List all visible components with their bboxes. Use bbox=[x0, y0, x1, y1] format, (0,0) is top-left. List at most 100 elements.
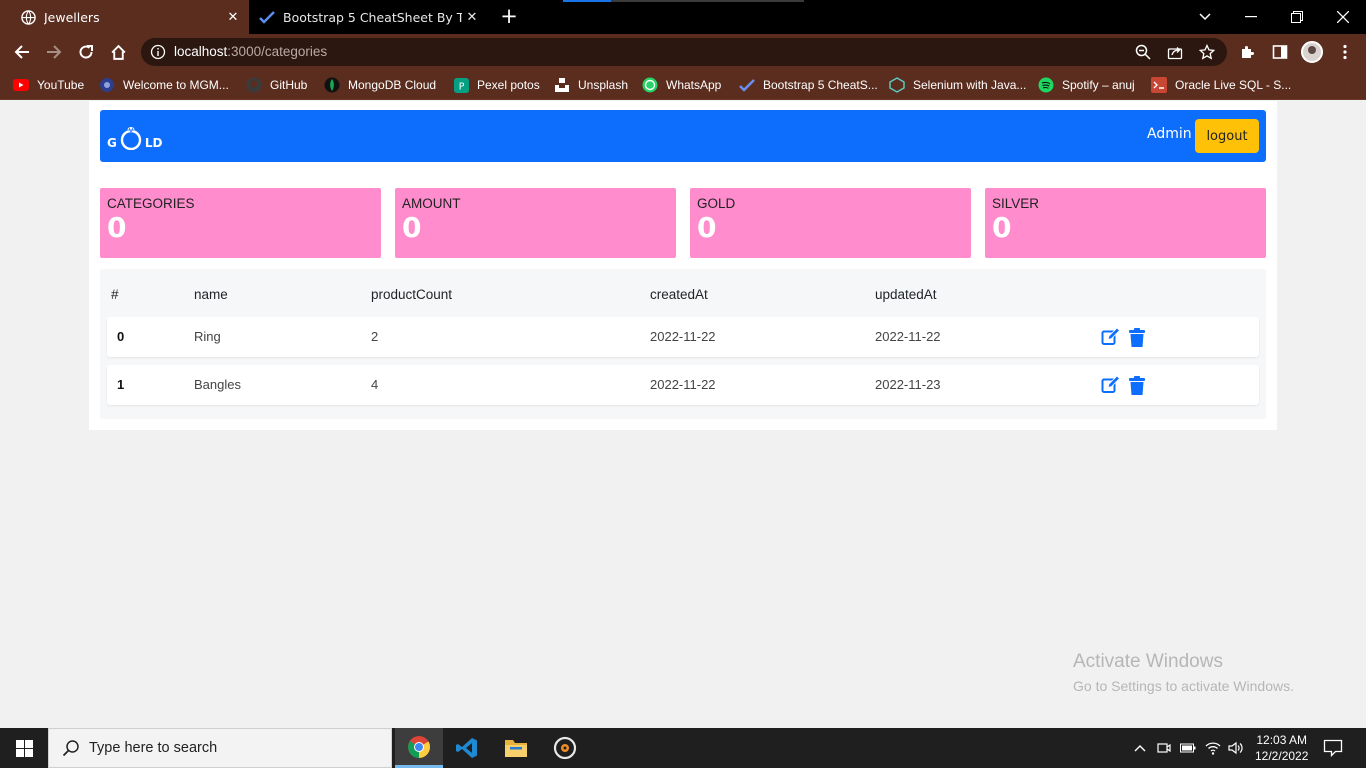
tab-title: Bootstrap 5 CheatSheet By Themes bbox=[283, 9, 462, 25]
zoom-icon[interactable] bbox=[1134, 43, 1152, 61]
bookmark-pexels[interactable]: P Pexel potos bbox=[453, 76, 540, 94]
bookmark-label: Pexel potos bbox=[477, 78, 540, 92]
taskbar-file-explorer[interactable] bbox=[492, 728, 540, 768]
categories-table: # name productCount createdAt updatedAt … bbox=[100, 269, 1266, 419]
bookmark-whatsapp[interactable]: WhatsApp bbox=[642, 76, 721, 94]
row-product-count: 2 bbox=[371, 329, 379, 344]
close-tab-icon[interactable]: ✕ bbox=[462, 7, 482, 27]
home-icon bbox=[110, 44, 126, 60]
column-header-updated-at: updatedAt bbox=[875, 287, 937, 302]
stat-card-categories: CATEGORIES 0 bbox=[100, 188, 381, 258]
profile-avatar[interactable] bbox=[1301, 41, 1323, 63]
bookmark-label: Spotify – anuj bbox=[1062, 78, 1135, 92]
tab-bootstrap-cheatsheet[interactable]: Bootstrap 5 CheatSheet By Themes ✕ bbox=[250, 0, 488, 34]
bookmark-selenium[interactable]: Selenium with Java... bbox=[889, 76, 1026, 94]
bookmark-label: Selenium with Java... bbox=[913, 78, 1027, 92]
bookmark-bootstrap[interactable]: Bootstrap 5 CheatS... bbox=[739, 76, 878, 94]
stat-value: 0 bbox=[107, 211, 127, 244]
row-name: Bangles bbox=[194, 377, 241, 392]
side-panel-button[interactable] bbox=[1268, 40, 1292, 64]
address-bar[interactable]: localhost:3000/categories bbox=[141, 38, 1227, 66]
search-placeholder: Type here to search bbox=[89, 740, 218, 756]
bookmark-mongodb[interactable]: MongoDB Cloud bbox=[324, 76, 436, 94]
trash-icon[interactable] bbox=[1127, 375, 1147, 395]
windows-logo-icon bbox=[15, 739, 33, 757]
kebab-menu-icon bbox=[1343, 44, 1347, 60]
brand-logo[interactable]: G LD bbox=[107, 122, 162, 150]
minimize-icon bbox=[1245, 16, 1257, 18]
bookmark-label: Bootstrap 5 CheatS... bbox=[763, 78, 878, 92]
side-panel-icon bbox=[1272, 45, 1288, 59]
volume-icon[interactable] bbox=[1228, 740, 1244, 756]
vscode-icon bbox=[456, 738, 477, 758]
site-info-icon[interactable] bbox=[150, 44, 166, 60]
whatsapp-icon bbox=[642, 77, 658, 93]
bookmark-github[interactable]: GitHub bbox=[246, 76, 307, 94]
bookmark-label: YouTube bbox=[37, 78, 85, 92]
close-icon bbox=[1337, 11, 1349, 23]
bookmark-spotify[interactable]: Spotify – anuj bbox=[1038, 76, 1135, 94]
close-window-button[interactable] bbox=[1320, 0, 1366, 34]
tab-title: Jewellers bbox=[44, 9, 100, 25]
search-icon bbox=[62, 740, 79, 757]
chevron-up-icon[interactable] bbox=[1132, 740, 1148, 756]
row-updated-at: 2022-11-23 bbox=[875, 377, 941, 392]
stat-card-amount: AMOUNT 0 bbox=[395, 188, 676, 258]
taskbar-media-app[interactable] bbox=[541, 728, 589, 768]
restore-button[interactable] bbox=[1274, 0, 1320, 34]
new-tab-button[interactable]: + bbox=[498, 6, 520, 28]
chrome-menu-button[interactable] bbox=[1333, 40, 1357, 64]
forward-arrow-icon bbox=[47, 45, 62, 59]
home-button[interactable] bbox=[106, 40, 130, 64]
column-header-product-count: productCount bbox=[371, 287, 453, 302]
bookmark-label: Oracle Live SQL - S... bbox=[1175, 78, 1292, 92]
github-icon bbox=[246, 77, 262, 93]
wifi-icon[interactable] bbox=[1205, 740, 1221, 756]
battery-icon[interactable] bbox=[1180, 740, 1196, 756]
extensions-button[interactable] bbox=[1236, 40, 1260, 64]
svg-text:P: P bbox=[458, 81, 464, 92]
admin-username: Admin bbox=[1147, 126, 1192, 142]
trash-icon[interactable] bbox=[1127, 327, 1147, 347]
tab-search-button[interactable] bbox=[1182, 0, 1228, 34]
taskbar-vscode[interactable] bbox=[443, 728, 491, 768]
bookmark-star-icon[interactable] bbox=[1198, 43, 1216, 61]
checkmark-icon bbox=[259, 9, 275, 25]
stat-card-gold: GOLD 0 bbox=[690, 188, 971, 258]
row-created-at: 2022-11-22 bbox=[650, 377, 716, 392]
edit-icon[interactable] bbox=[1100, 327, 1120, 347]
edit-icon[interactable] bbox=[1100, 375, 1120, 395]
taskbar-search-box[interactable]: Type here to search bbox=[48, 728, 392, 768]
column-header-name: name bbox=[194, 287, 228, 302]
ring-icon bbox=[120, 126, 142, 150]
table-row: 1 Bangles 4 2022-11-22 2022-11-23 bbox=[107, 365, 1259, 405]
minimize-button[interactable] bbox=[1228, 0, 1274, 34]
mgm-icon bbox=[99, 77, 115, 93]
row-name: Ring bbox=[194, 329, 221, 344]
youtube-icon bbox=[13, 77, 29, 93]
bookmark-mgm[interactable]: Welcome to MGM... bbox=[99, 76, 229, 94]
forward-button[interactable] bbox=[42, 40, 66, 64]
share-icon[interactable] bbox=[1166, 43, 1184, 61]
pexels-icon: P bbox=[453, 77, 469, 93]
close-tab-icon[interactable]: ✕ bbox=[223, 7, 243, 27]
bootstrap-icon bbox=[739, 77, 755, 93]
notification-icon[interactable] bbox=[1323, 739, 1343, 757]
bookmark-unsplash[interactable]: Unsplash bbox=[554, 76, 628, 94]
bookmark-oracle[interactable]: Oracle Live SQL - S... bbox=[1151, 76, 1291, 94]
mongodb-icon bbox=[324, 77, 340, 93]
row-index: 0 bbox=[117, 329, 125, 344]
restore-icon bbox=[1291, 11, 1303, 23]
taskbar-clock[interactable]: 12:03 AM 12/2/2022 bbox=[1255, 732, 1308, 764]
logout-button[interactable]: logout bbox=[1195, 119, 1259, 153]
reload-button[interactable] bbox=[74, 40, 98, 64]
column-header-index: # bbox=[111, 287, 119, 302]
meet-now-icon[interactable] bbox=[1156, 740, 1172, 756]
start-button[interactable] bbox=[0, 728, 48, 768]
back-button[interactable] bbox=[10, 40, 34, 64]
row-index: 1 bbox=[117, 377, 125, 392]
tab-jewellers[interactable]: Jewellers ✕ bbox=[0, 0, 249, 34]
bookmark-label: Welcome to MGM... bbox=[123, 78, 229, 92]
bookmark-youtube[interactable]: YouTube bbox=[13, 76, 84, 94]
taskbar-chrome[interactable] bbox=[395, 728, 443, 768]
